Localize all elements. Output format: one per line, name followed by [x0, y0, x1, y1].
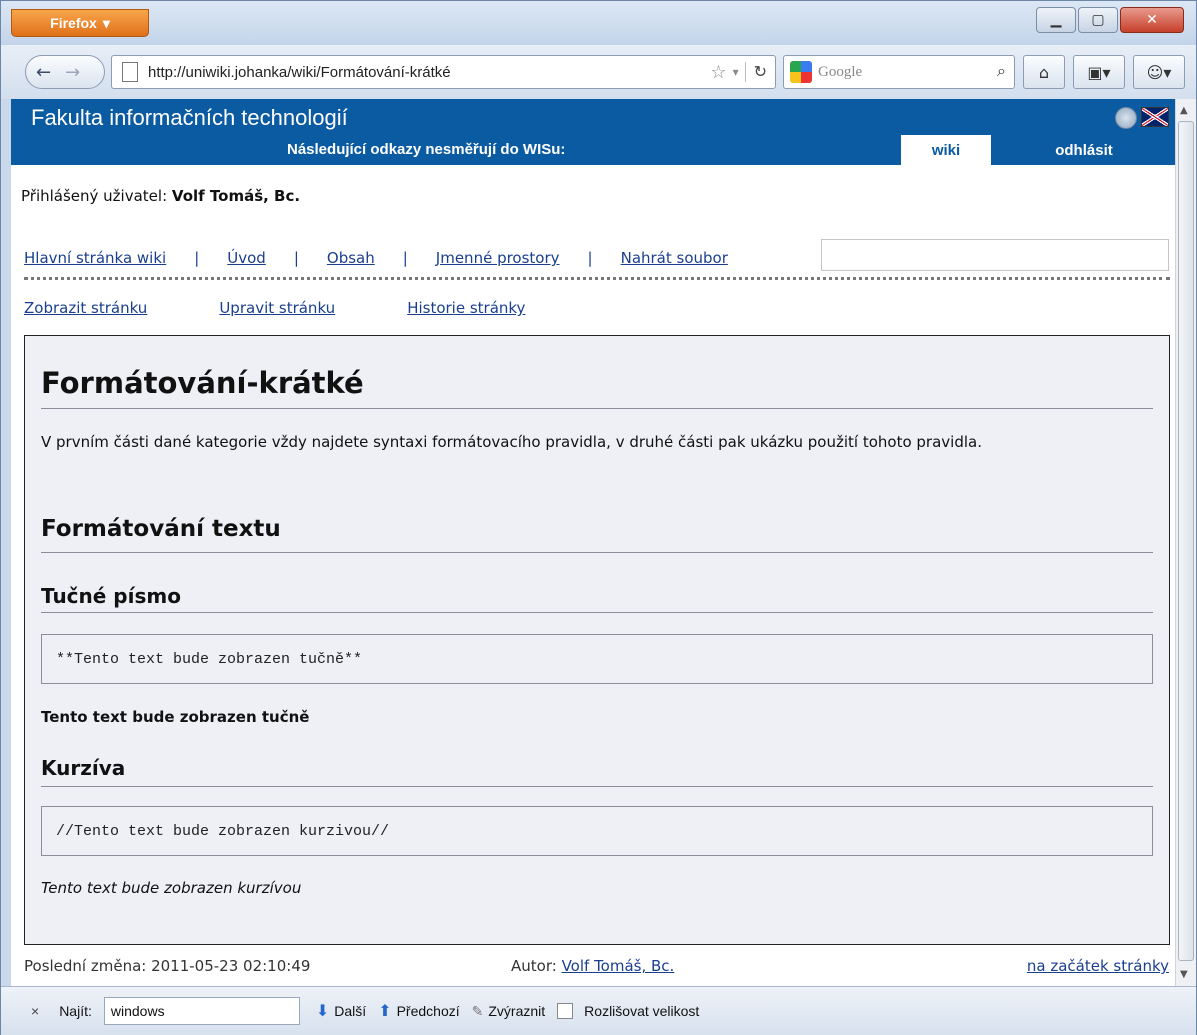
- user-name: Volf Tomáš, Bc.: [171, 187, 301, 205]
- wiki-search-input[interactable]: [821, 239, 1169, 271]
- search-bar[interactable]: Google ⌕: [783, 55, 1015, 89]
- page-actions: Zobrazit stránku Upravit stránku Histori…: [24, 299, 597, 317]
- home-icon: ⌂: [1038, 62, 1050, 82]
- vertical-scrollbar[interactable]: ▲ ▼: [1175, 99, 1196, 986]
- nav-separator: |: [587, 249, 593, 267]
- chevron-down-icon: ▾: [102, 14, 110, 31]
- arrow-up-icon: ⬆: [378, 1003, 392, 1020]
- forward-icon[interactable]: →: [65, 62, 80, 83]
- title-rule: [41, 408, 1153, 409]
- bold-example: Tento text bude zobrazen tučně: [41, 708, 310, 726]
- nav-intro[interactable]: Úvod: [227, 249, 266, 267]
- url-text[interactable]: http://uniwiki.johanka/wiki/Formátování-…: [148, 64, 710, 81]
- bold-rule: [41, 612, 1153, 613]
- wiki-content: Formátování-krátké V prvním části dané k…: [24, 335, 1170, 945]
- back-to-top-link[interactable]: na začátek stránky: [1027, 957, 1169, 975]
- browser-window: Firefox ▾ ▁ ▢ ✕ ← → http://uniwiki.johan…: [0, 0, 1197, 1035]
- page-viewport: Fakulta informačních technologií Následu…: [11, 99, 1175, 986]
- nav-upload[interactable]: Nahrát soubor: [621, 249, 728, 267]
- navigation-toolbar: ← → http://uniwiki.johanka/wiki/Formátov…: [1, 45, 1196, 99]
- search-placeholder[interactable]: Google: [818, 64, 997, 81]
- firefox-menu-label: Firefox: [50, 15, 97, 31]
- site-title: Fakulta informačních technologií: [31, 105, 348, 130]
- arrow-down-icon: ⬇: [315, 1003, 330, 1020]
- scroll-up-icon[interactable]: ▲: [1180, 105, 1188, 116]
- home-button[interactable]: ⌂: [1023, 55, 1065, 89]
- scroll-down-icon[interactable]: ▼: [1180, 969, 1188, 980]
- find-close-icon[interactable]: ×: [31, 1003, 39, 1019]
- italic-rule: [41, 786, 1153, 787]
- match-case-checkbox[interactable]: [557, 1003, 574, 1019]
- author-line: Autor: Volf Tomáš, Bc.: [511, 957, 674, 975]
- find-next-label: Další: [334, 1003, 367, 1019]
- minimize-icon: ▁: [1050, 12, 1062, 28]
- reload-icon[interactable]: ↻: [744, 62, 775, 82]
- nav-separator: |: [402, 249, 408, 267]
- maximize-button[interactable]: ▢: [1078, 7, 1118, 33]
- bold-heading: Tučné písmo: [41, 584, 181, 608]
- addons-button[interactable]: ▣▾: [1073, 55, 1125, 89]
- italic-example: Tento text bude zobrazen kurzívou: [41, 879, 302, 897]
- firefox-menu-button[interactable]: Firefox ▾: [11, 9, 149, 37]
- title-bar: Firefox ▾ ▁ ▢ ✕: [1, 1, 1196, 45]
- minimize-button[interactable]: ▁: [1036, 7, 1076, 33]
- intro-paragraph: V prvním části dané kategorie vždy najde…: [41, 433, 982, 451]
- highlighter-icon: ✎: [471, 1002, 484, 1019]
- bookmark-star-icon[interactable]: ☆: [710, 62, 726, 83]
- globe-icon[interactable]: [1115, 107, 1137, 129]
- highlight-label: Zvýraznit: [488, 1003, 546, 1019]
- match-case-label: Rozlišovat velikost: [584, 1003, 700, 1019]
- author-label: Autor:: [511, 957, 557, 975]
- nav-contents[interactable]: Obsah: [327, 249, 375, 267]
- address-bar[interactable]: http://uniwiki.johanka/wiki/Formátování-…: [111, 55, 776, 89]
- match-case-toggle[interactable]: Rozlišovat velikost: [557, 1003, 699, 1019]
- user-label: Přihlášený uživatel:: [21, 187, 168, 205]
- close-window-button[interactable]: ✕: [1120, 7, 1184, 33]
- find-bar: × Najít: windows ⬇ Další ⬆ Předchozí ✎ Z…: [1, 986, 1196, 1035]
- nav-separator: |: [293, 249, 299, 267]
- nav-main-page[interactable]: Hlavní stránka wiki: [24, 249, 166, 267]
- page-title: Formátování-krátké: [41, 366, 364, 400]
- uk-flag-icon[interactable]: [1141, 107, 1169, 127]
- find-prev-button[interactable]: ⬆ Předchozí: [378, 1001, 459, 1021]
- section-heading: Formátování textu: [41, 516, 281, 542]
- language-icons: [1115, 107, 1169, 129]
- view-page-link[interactable]: Zobrazit stránku: [24, 299, 147, 317]
- back-icon[interactable]: ←: [36, 62, 51, 83]
- window-controls: ▁ ▢ ✕: [1036, 7, 1184, 33]
- edit-page-link[interactable]: Upravit stránku: [219, 299, 335, 317]
- search-icon[interactable]: ⌕: [997, 63, 1006, 81]
- section-rule: [41, 552, 1153, 553]
- author-link[interactable]: Volf Tomáš, Bc.: [562, 957, 675, 975]
- close-icon: ✕: [1146, 12, 1158, 28]
- find-label: Najít:: [59, 1003, 92, 1019]
- extension-icon: ☺▾: [1146, 62, 1172, 82]
- highlight-button[interactable]: ✎ Zvýraznit: [472, 1003, 546, 1020]
- find-prev-label: Předchozí: [396, 1003, 460, 1019]
- tab-wiki[interactable]: wiki: [901, 135, 991, 165]
- wiki-nav: Hlavní stránka wiki | Úvod | Obsah | Jme…: [24, 249, 728, 267]
- tab-logout[interactable]: odhlásit: [1029, 135, 1139, 165]
- nav-namespaces[interactable]: Jmenné prostory: [436, 249, 560, 267]
- last-change: Poslední změna: 2011-05-23 02:10:49: [24, 957, 311, 975]
- find-input[interactable]: windows: [103, 997, 300, 1025]
- dropdown-arrow-icon[interactable]: ▾: [733, 65, 739, 79]
- history-page-link[interactable]: Historie stránky: [407, 299, 525, 317]
- page-icon: [122, 62, 138, 82]
- maximize-icon: ▢: [1091, 12, 1105, 28]
- addons-icon: ▣▾: [1087, 62, 1111, 82]
- logged-user: Přihlášený uživatel: Volf Tomáš, Bc.: [21, 187, 300, 205]
- extension-button[interactable]: ☺▾: [1133, 55, 1185, 89]
- italic-code-block: //Tento text bude zobrazen kurzivou//: [41, 806, 1153, 856]
- header-notice: Následující odkazy nesměřují do WISu:: [287, 141, 566, 158]
- bold-code-block: **Tento text bude zobrazen tučně**: [41, 634, 1153, 684]
- back-forward-group: ← →: [25, 55, 105, 89]
- find-next-button[interactable]: ⬇ Další: [316, 1001, 366, 1021]
- google-icon[interactable]: [790, 61, 812, 83]
- nav-separator: |: [194, 249, 200, 267]
- dotted-divider: [24, 277, 1170, 280]
- scroll-thumb[interactable]: [1178, 121, 1194, 961]
- site-header: Fakulta informačních technologií Následu…: [11, 99, 1175, 165]
- italic-heading: Kurzíva: [41, 756, 126, 780]
